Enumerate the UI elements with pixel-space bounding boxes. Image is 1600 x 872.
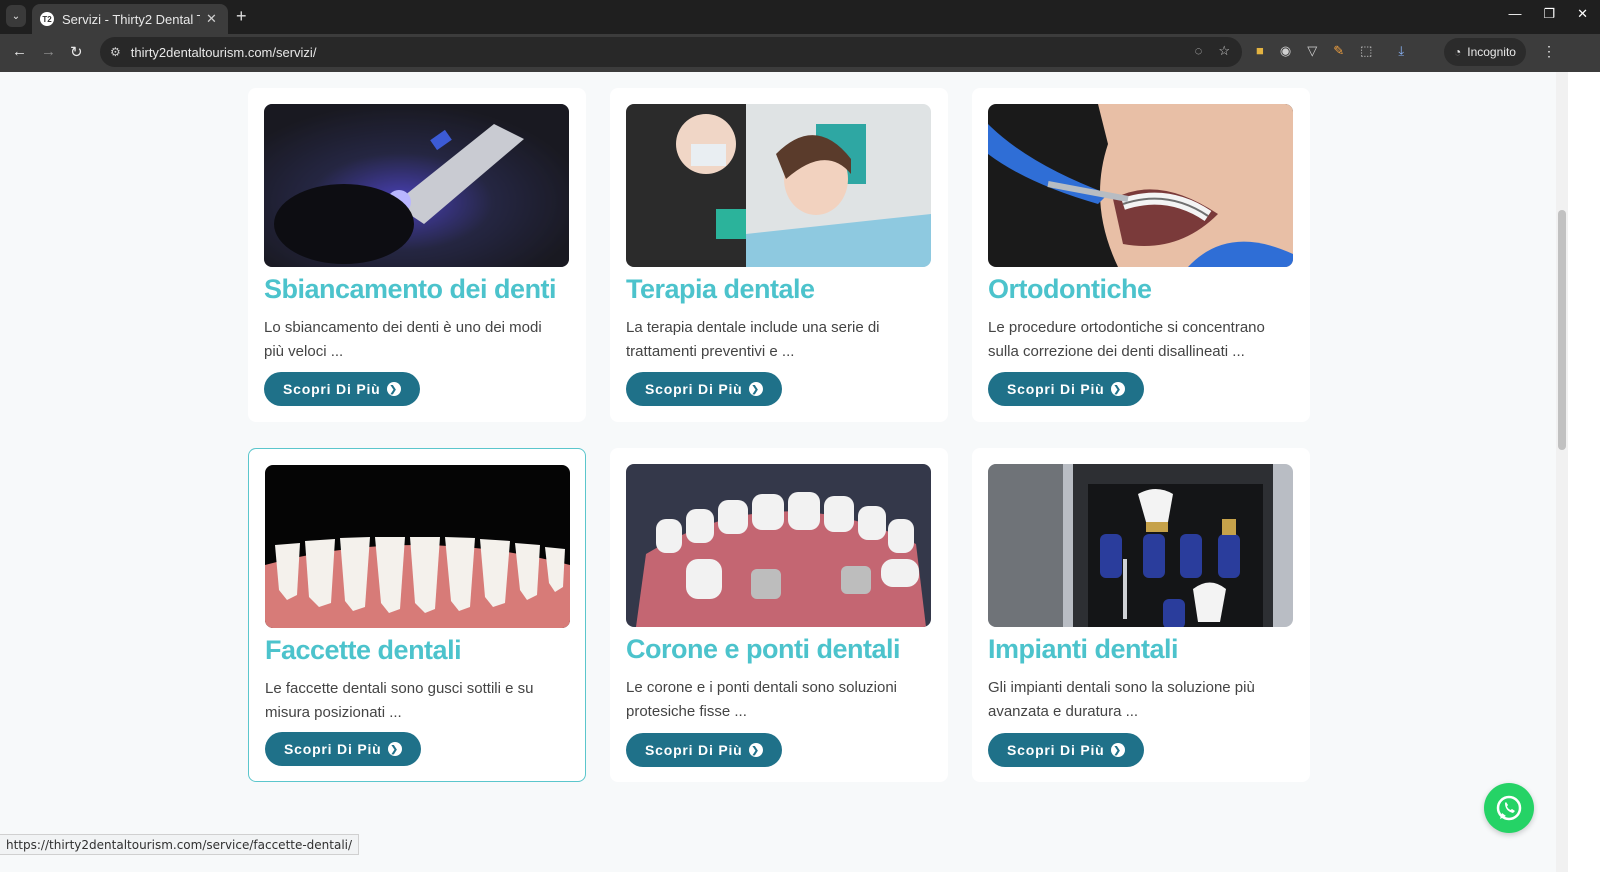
service-description: Le procedure ortodontiche si concentrano… <box>988 319 1265 360</box>
site-favicon-icon: T2 <box>40 12 54 26</box>
status-bar-url: https://thirty2dentaltourism.com/service… <box>0 834 360 855</box>
page-scrollbar[interactable] <box>1556 72 1568 872</box>
url-text: thirty2dentaltourism.com/servizi/ <box>130 44 317 60</box>
puzzle-icon[interactable]: ⬚ <box>1360 43 1372 59</box>
service-title[interactable]: Impianti dentali <box>988 634 1179 665</box>
learn-more-button[interactable]: Scopri Di Più ❯ <box>626 733 782 767</box>
dental-implants-image <box>988 464 1293 627</box>
service-description: La terapia dentale include una serie di … <box>626 319 880 360</box>
eye-slash-icon[interactable]: ◌ <box>1195 43 1203 59</box>
learn-more-button[interactable]: Scopri Di Più ❯ <box>265 732 421 766</box>
restore-icon[interactable]: ❐ <box>1543 6 1555 22</box>
whatsapp-icon <box>1496 795 1522 821</box>
service-card[interactable]: Sbiancamento dei denti Lo sbiancamento d… <box>248 88 586 422</box>
incognito-icon: ◔ <box>1454 45 1462 59</box>
forward-arrow-icon[interactable]: → <box>41 43 56 60</box>
whatsapp-chat-button[interactable] <box>1484 783 1534 833</box>
page-content: Sbiancamento dei denti Lo sbiancamento d… <box>0 72 1556 872</box>
bookmark-star-icon[interactable]: ☆ <box>1218 43 1230 59</box>
service-title[interactable]: Faccette dentali <box>265 635 462 666</box>
service-description: Gli impianti dentali sono la soluzione p… <box>988 679 1255 720</box>
circle-arrow-right-icon: ❯ <box>748 743 763 757</box>
circle-arrow-right-icon: ❯ <box>748 382 763 396</box>
circle-arrow-right-icon: ❯ <box>387 742 402 756</box>
service-description: Le corone e i ponti dentali sono soluzio… <box>626 679 898 720</box>
button-label: Scopri Di Più <box>645 742 743 758</box>
service-title[interactable]: Ortodontiche <box>988 274 1152 305</box>
download-icon[interactable]: ⤓ <box>1398 43 1404 59</box>
service-card[interactable]: Ortodontiche Le procedure ortodontiche s… <box>972 88 1310 422</box>
scrollbar-thumb[interactable] <box>1558 210 1566 450</box>
dental-bridge-image <box>626 464 931 627</box>
veneers-image <box>265 465 570 628</box>
camera-icon[interactable]: ◉ <box>1280 43 1291 59</box>
learn-more-button[interactable]: Scopri Di Più ❯ <box>988 733 1144 767</box>
button-label: Scopri Di Più <box>284 741 382 757</box>
side-panel-strip <box>1568 72 1600 872</box>
service-title[interactable]: Sbiancamento dei denti <box>264 274 557 305</box>
incognito-badge[interactable]: ◔ Incognito <box>1444 38 1526 66</box>
service-description: Le faccette dentali sono gusci sottili e… <box>265 680 534 721</box>
service-card[interactable]: Impianti dentali Gli impianti dentali so… <box>972 448 1310 782</box>
service-card[interactable]: Corone e ponti dentali Le corone e i pon… <box>610 448 948 782</box>
address-bar[interactable]: ⚙ thirty2dentaltourism.com/servizi/ ◌ ☆ <box>100 37 1242 67</box>
browser-tab-bar: ⌄ T2 Servizi - Thirty2 Dental Tourism ✕ … <box>0 0 1600 34</box>
extensions-area: ■ ◉ ▽ ✎ ⬚ ⤓ <box>1256 43 1404 59</box>
tab-search-chevron-icon[interactable]: ⌄ <box>6 5 26 27</box>
back-arrow-icon[interactable]: ← <box>12 43 27 60</box>
service-title[interactable]: Corone e ponti dentali <box>626 634 901 665</box>
close-window-icon[interactable]: ✕ <box>1577 6 1588 22</box>
minimize-icon[interactable]: — <box>1508 6 1521 22</box>
service-title[interactable]: Terapia dentale <box>626 274 815 305</box>
incognito-label: Incognito <box>1467 45 1516 59</box>
circle-arrow-right-icon: ❯ <box>1110 382 1125 396</box>
circle-arrow-right-icon: ❯ <box>1110 743 1125 757</box>
service-description: Lo sbiancamento dei denti è uno dei modi… <box>264 319 542 360</box>
learn-more-button[interactable]: Scopri Di Più ❯ <box>626 372 782 406</box>
circle-arrow-right-icon: ❯ <box>386 382 401 396</box>
learn-more-button[interactable]: Scopri Di Più ❯ <box>988 372 1144 406</box>
window-controls: — ❐ ✕ <box>1508 6 1588 22</box>
tab-close-icon[interactable]: ✕ <box>206 11 217 27</box>
pencil-icon[interactable]: ✎ <box>1333 43 1344 59</box>
braces-image <box>988 104 1293 267</box>
site-info-icon[interactable]: ⚙ <box>110 45 121 59</box>
reload-icon[interactable]: ↻ <box>70 43 83 61</box>
menu-dots-icon[interactable]: ⋮ <box>1542 43 1556 60</box>
tab-title: Servizi - Thirty2 Dental Tourism <box>62 11 200 27</box>
browser-toolbar: ← → ↻ ⚙ thirty2dentaltourism.com/servizi… <box>0 34 1600 72</box>
learn-more-button[interactable]: Scopri Di Più ❯ <box>264 372 420 406</box>
button-label: Scopri Di Più <box>1007 381 1105 397</box>
button-label: Scopri Di Più <box>645 381 743 397</box>
button-label: Scopri Di Più <box>283 381 381 397</box>
teeth-whitening-image <box>264 104 569 267</box>
dentist-patient-image <box>626 104 931 267</box>
button-label: Scopri Di Più <box>1007 742 1105 758</box>
extension-icon[interactable]: ■ <box>1256 43 1264 59</box>
vue-extension-icon[interactable]: ▽ <box>1307 43 1317 59</box>
browser-tab[interactable]: T2 Servizi - Thirty2 Dental Tourism ✕ <box>32 4 228 34</box>
service-card[interactable]: Faccette dentali Le faccette dentali son… <box>248 448 586 782</box>
service-card[interactable]: Terapia dentale La terapia dentale inclu… <box>610 88 948 422</box>
new-tab-plus-icon[interactable]: + <box>236 6 247 27</box>
